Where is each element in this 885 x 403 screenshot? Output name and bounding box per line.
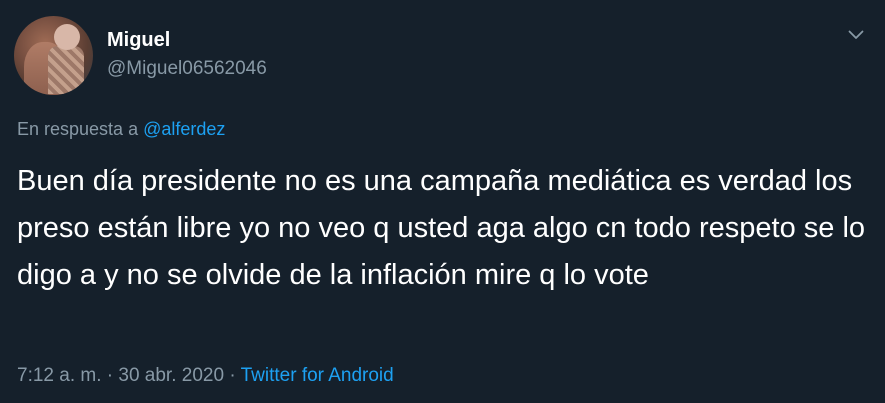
- user-name[interactable]: Miguel: [107, 28, 170, 52]
- tweet-source-link[interactable]: Twitter for Android: [241, 365, 394, 386]
- reply-prefix: En respuesta a: [17, 119, 139, 139]
- tweet-meta: 7:12 a. m. · 30 abr. 2020 · Twitter for …: [17, 364, 394, 388]
- avatar-shirt: [48, 46, 84, 94]
- avatar-baby: [54, 24, 80, 50]
- avatar[interactable]: [14, 16, 93, 95]
- tweet-date[interactable]: 30 abr. 2020: [118, 365, 224, 386]
- tweet-text: Buen día presidente no es una campaña me…: [17, 165, 866, 291]
- tweet: Miguel @Miguel06562046 En respuesta a @a…: [0, 0, 885, 403]
- tweet-menu-button[interactable]: [842, 24, 870, 46]
- reply-mention-link[interactable]: @alferdez: [143, 119, 225, 139]
- reply-context: En respuesta a @alferdez: [17, 117, 225, 141]
- tweet-time[interactable]: 7:12 a. m.: [17, 365, 102, 386]
- meta-separator: ·: [101, 365, 119, 386]
- meta-separator: ·: [224, 365, 241, 386]
- chevron-down-icon: [848, 30, 864, 39]
- user-handle[interactable]: @Miguel06562046: [107, 57, 267, 81]
